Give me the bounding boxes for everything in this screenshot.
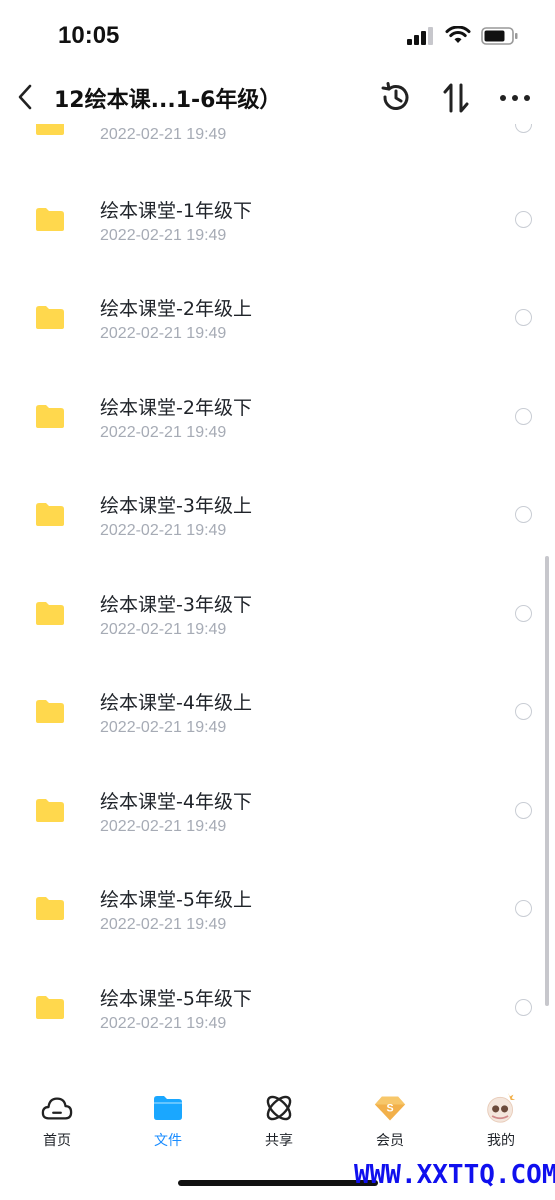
select-circle[interactable]: [515, 802, 532, 819]
file-date: 2022-02-21 19:49: [100, 522, 227, 539]
file-date: 2022-02-21 19:49: [100, 621, 227, 638]
select-circle[interactable]: [515, 309, 532, 326]
list-item[interactable]: 绘本课堂-4年级上 2022-02-21 19:49: [0, 672, 555, 770]
diamond-icon: S: [374, 1092, 406, 1124]
cloud-icon: [41, 1092, 73, 1124]
file-name: 绘本课堂-5年级上: [100, 889, 252, 911]
file-name: 绘本课堂-3年级上: [100, 495, 252, 517]
tab-label: 文件: [154, 1133, 182, 1149]
folder-icon: [36, 124, 64, 135]
page-title: 12绘本课...1-6年级）: [54, 88, 282, 113]
folder-icon: [36, 405, 64, 428]
select-circle[interactable]: [515, 408, 532, 425]
folder-icon: [36, 799, 64, 822]
status-time: 10:05: [58, 22, 120, 49]
folder-icon: [36, 897, 64, 920]
home-indicator: [178, 1180, 378, 1186]
list-item[interactable]: 绘本课堂-5年级下 2022-02-21 19:49: [0, 968, 555, 1060]
tab-share[interactable]: 共享: [234, 1080, 324, 1160]
tab-bar: 首页 文件 共享 S 会员 我的: [0, 1080, 555, 1160]
folder-icon: [36, 503, 64, 526]
status-bar: 10:05: [0, 0, 555, 72]
more-icon: [500, 95, 530, 101]
list-item[interactable]: 绘本课堂-1年级下 2022-02-21 19:49: [0, 180, 555, 278]
folder-icon: [36, 306, 64, 329]
list-item[interactable]: 绘本课堂-2年级下 2022-02-21 19:49: [0, 377, 555, 475]
select-circle[interactable]: [515, 703, 532, 720]
list-item[interactable]: 绘本课堂-2年级上 2022-02-21 19:49: [0, 278, 555, 376]
tab-files[interactable]: 文件: [123, 1080, 213, 1160]
file-date: 2022-02-21 19:49: [100, 325, 227, 342]
orbit-icon: [263, 1092, 295, 1124]
select-circle[interactable]: [515, 124, 532, 133]
select-circle[interactable]: [515, 999, 532, 1016]
select-circle[interactable]: [515, 605, 532, 622]
folder-icon: [36, 700, 64, 723]
list-item[interactable]: 绘本课堂-3年级上 2022-02-21 19:49: [0, 475, 555, 573]
folder-icon: [152, 1092, 184, 1124]
file-name: 绘本课堂-1年级下: [100, 200, 252, 222]
status-icons: [407, 26, 519, 45]
history-button[interactable]: [379, 81, 413, 115]
file-date: 2022-02-21 19:49: [100, 227, 227, 244]
list-item[interactable]: 2022-02-21 19:49: [0, 124, 555, 152]
file-list[interactable]: 2022-02-21 19:49 绘本课堂-1年级下 2022-02-21 19…: [0, 124, 555, 1060]
svg-text:S: S: [386, 1103, 393, 1115]
file-name: 绘本课堂-2年级上: [100, 298, 252, 320]
folder-icon: [36, 208, 64, 231]
file-name: 绘本课堂-4年级下: [100, 791, 252, 813]
tab-label: 共享: [265, 1133, 293, 1149]
sort-icon: [443, 83, 469, 113]
list-item[interactable]: 绘本课堂-4年级下 2022-02-21 19:49: [0, 771, 555, 869]
back-button[interactable]: [12, 82, 38, 112]
folder-icon: [36, 996, 64, 1019]
file-date: 2022-02-21 19:49: [100, 818, 227, 835]
select-circle[interactable]: [515, 900, 532, 917]
tab-home[interactable]: 首页: [12, 1080, 102, 1160]
scrollbar[interactable]: [545, 556, 549, 1006]
file-name: 绘本课堂-2年级下: [100, 397, 252, 419]
select-circle[interactable]: [515, 506, 532, 523]
file-date: 2022-02-21 19:49: [100, 424, 227, 441]
tab-me[interactable]: 我的: [456, 1080, 546, 1160]
cellular-signal-icon: [407, 26, 433, 45]
file-date: 2022-02-21 19:49: [100, 916, 227, 933]
file-date: 2022-02-21 19:49: [100, 719, 227, 736]
tab-label: 会员: [376, 1133, 404, 1149]
file-name: 绘本课堂-4年级上: [100, 692, 252, 714]
select-circle[interactable]: [515, 211, 532, 228]
file-name: 绘本课堂-5年级下: [100, 988, 252, 1010]
battery-icon: [481, 26, 518, 45]
sort-button[interactable]: [439, 81, 473, 115]
wifi-icon: [445, 26, 471, 43]
file-date: 2022-02-21 19:49: [100, 126, 227, 143]
chevron-left-icon: [18, 84, 32, 110]
nav-bar: 12绘本课...1-6年级）: [0, 72, 555, 124]
file-date: 2022-02-21 19:49: [100, 1015, 227, 1032]
avatar: [485, 1092, 517, 1124]
tab-label: 首页: [43, 1133, 71, 1149]
more-button[interactable]: [498, 81, 532, 115]
watermark: WWW.XXTTQ.COM: [354, 1160, 555, 1190]
list-item[interactable]: 绘本课堂-3年级下 2022-02-21 19:49: [0, 574, 555, 672]
tab-label: 我的: [487, 1133, 515, 1149]
folder-icon: [36, 602, 64, 625]
file-name: 绘本课堂-3年级下: [100, 594, 252, 616]
list-item[interactable]: 绘本课堂-5年级上 2022-02-21 19:49: [0, 869, 555, 967]
tab-vip[interactable]: S 会员: [345, 1080, 435, 1160]
history-icon: [381, 82, 409, 110]
